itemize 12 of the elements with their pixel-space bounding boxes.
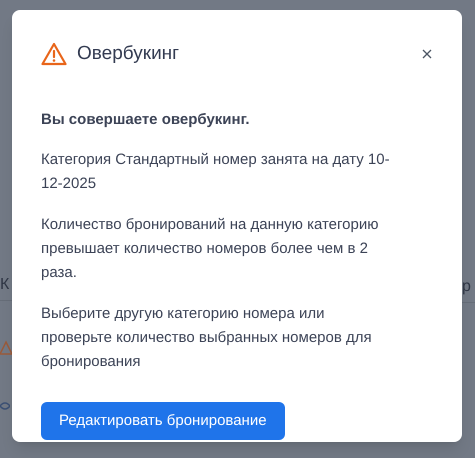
background-text: р [462,277,472,297]
dialog-heading: Вы совершаете овербукинг. [41,110,250,130]
dialog-paragraph: Категория Стандартный номер занята на дату 10-12-2025 [41,150,391,194]
close-icon [422,49,432,60]
edit-booking-button[interactable]: Редактировать бронирование [41,402,285,440]
dialog-paragraph: Выберите другую категорию номера или проверьте количество выбранных номеров для бронирования [41,304,373,372]
eye-icon [0,400,10,412]
dialog-paragraph: Количество бронирований на данную категорию превышает количество номеров более чем в 2 раза. [41,215,380,283]
background-text: К [0,275,10,295]
dialog-title: Овербукинг [77,42,180,66]
warning-icon [0,340,12,356]
warning-icon [41,42,67,66]
